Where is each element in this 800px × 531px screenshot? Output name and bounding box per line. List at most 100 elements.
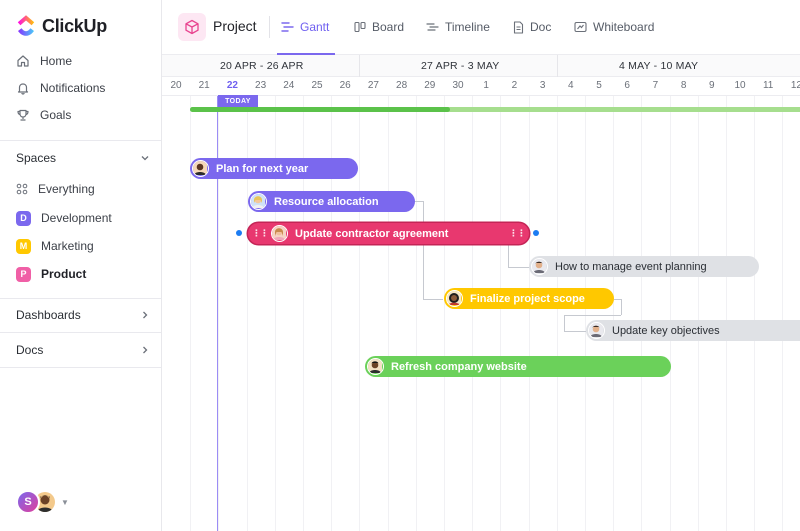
clickup-logo[interactable]: ClickUp <box>16 15 107 37</box>
spaces-label: Spaces <box>16 151 57 165</box>
task-bar-selected[interactable]: ⋮⋮ Update contractor agreement ⋮⋮ <box>248 223 529 244</box>
task-bar[interactable]: Refresh company website <box>365 356 671 377</box>
task-name: Update contractor agreement <box>295 227 449 240</box>
clickup-logo-icon <box>17 15 35 36</box>
day-label: 5 <box>596 80 602 91</box>
tab-doc[interactable]: Doc <box>513 18 551 36</box>
grid-line <box>387 96 389 531</box>
task-bar[interactable]: Finalize project scope <box>444 288 614 309</box>
task-bar[interactable]: Update key objectives <box>586 320 800 341</box>
assignee-avatar <box>271 225 288 242</box>
day-label: 10 <box>734 80 746 91</box>
dependency-connector <box>564 315 565 331</box>
trophy-icon <box>17 109 29 121</box>
tab-whiteboard[interactable]: Whiteboard <box>574 18 654 36</box>
title-separator <box>269 16 270 38</box>
project-title: Project <box>213 18 257 34</box>
grid-line <box>782 96 784 531</box>
chevron-right-icon <box>143 311 148 319</box>
task-bar[interactable]: Resource allocation <box>248 191 415 212</box>
grid-line <box>613 96 615 531</box>
nav-goals[interactable]: Goals <box>16 105 71 125</box>
day-label: 8 <box>680 80 687 91</box>
spaces-header[interactable]: Spaces <box>16 149 150 167</box>
timeline-icon <box>426 23 439 31</box>
nav-notifications-label: Notifications <box>40 81 106 95</box>
grid-line <box>528 96 530 531</box>
tab-label: Timeline <box>445 20 490 34</box>
assignee-avatar <box>250 193 267 210</box>
gantt-chart[interactable]: 20 APR - 26 APR 27 APR - 3 MAY 4 MAY - 1… <box>162 55 800 531</box>
week-label: 27 APR - 3 MAY <box>421 60 500 72</box>
user-avatar: S <box>16 490 40 514</box>
day-label: 25 <box>311 80 323 91</box>
space-product[interactable]: P Product <box>16 265 86 283</box>
week-separator <box>359 55 360 77</box>
nav-home[interactable]: Home <box>16 51 72 71</box>
space-label: Development <box>41 211 112 225</box>
tab-label: Doc <box>530 20 552 34</box>
tab-board[interactable]: Board <box>354 18 404 36</box>
day-header: 20 21 22 23 24 25 26 27 28 29 30 1 2 3 4 5 6 7 8 9 10 11 12 <box>162 77 800 96</box>
task-name: Update key objectives <box>612 324 720 337</box>
dependency-connector <box>415 201 423 202</box>
grid-line <box>500 96 502 531</box>
space-badge: P <box>16 266 31 282</box>
nav-home-label: Home <box>40 54 73 68</box>
bell-icon <box>17 83 29 95</box>
task-name: Plan for next year <box>216 162 309 175</box>
day-label: 2 <box>511 80 518 91</box>
drag-grip-icon[interactable]: ⋮⋮ <box>509 228 526 239</box>
board-icon <box>354 21 366 33</box>
day-label: 24 <box>283 80 295 91</box>
home-icon <box>17 55 29 67</box>
docs-label: Docs <box>16 343 44 357</box>
space-everything[interactable]: Everything <box>16 179 95 199</box>
grid-line <box>697 96 699 531</box>
grid-line <box>641 96 643 531</box>
dependency-connector <box>564 331 586 332</box>
tab-timeline[interactable]: Timeline <box>426 18 490 36</box>
tab-label: Whiteboard <box>593 20 655 34</box>
doc-icon <box>513 20 524 34</box>
sidebar-divider <box>0 140 161 141</box>
dependency-connector <box>508 245 509 267</box>
day-label: 7 <box>652 80 659 91</box>
day-label: 22 <box>226 80 238 91</box>
nav-notifications[interactable]: Notifications <box>16 78 105 98</box>
grid-line <box>754 96 756 531</box>
sidebar: ClickUp Home Notifications Goals Spaces … <box>0 0 162 531</box>
assignee-avatar <box>588 322 605 339</box>
space-marketing[interactable]: M Marketing <box>16 237 94 255</box>
day-label: 1 <box>483 80 489 91</box>
day-label: 3 <box>539 80 546 91</box>
task-name: Finalize project scope <box>470 292 585 305</box>
grid-line <box>472 96 474 531</box>
space-badge: M <box>16 238 31 254</box>
space-development[interactable]: D Development <box>16 209 112 227</box>
day-label: 11 <box>762 80 774 91</box>
chevron-right-icon <box>143 346 148 354</box>
tab-gantt[interactable]: Gantt <box>281 18 329 36</box>
everything-grid-icon <box>16 183 28 195</box>
drag-grip-icon[interactable]: ⋮⋮ <box>252 228 269 239</box>
today-badge: TODAY <box>218 95 258 107</box>
app-name: ClickUp <box>42 15 107 36</box>
tab-label: Gantt <box>300 20 330 34</box>
grid-line <box>415 96 417 531</box>
progress-fill <box>190 107 451 112</box>
drag-handle-dot[interactable] <box>533 230 539 236</box>
day-label: 27 <box>367 80 379 91</box>
drag-handle-dot[interactable] <box>236 230 242 236</box>
dashboards-row[interactable]: Dashboards <box>16 306 150 324</box>
grid-line <box>726 96 727 531</box>
dashboards-label: Dashboards <box>16 308 81 322</box>
nav-goals-label: Goals <box>40 108 72 122</box>
user-menu[interactable]: S ▼ <box>16 490 69 514</box>
chevron-down-icon[interactable] <box>140 153 150 163</box>
task-bar[interactable]: Plan for next year <box>190 158 358 179</box>
docs-row[interactable]: Docs <box>16 341 150 359</box>
space-label: Marketing <box>41 239 94 253</box>
task-bar[interactable]: How to manage event planning <box>529 256 759 277</box>
progress-track <box>190 107 800 112</box>
